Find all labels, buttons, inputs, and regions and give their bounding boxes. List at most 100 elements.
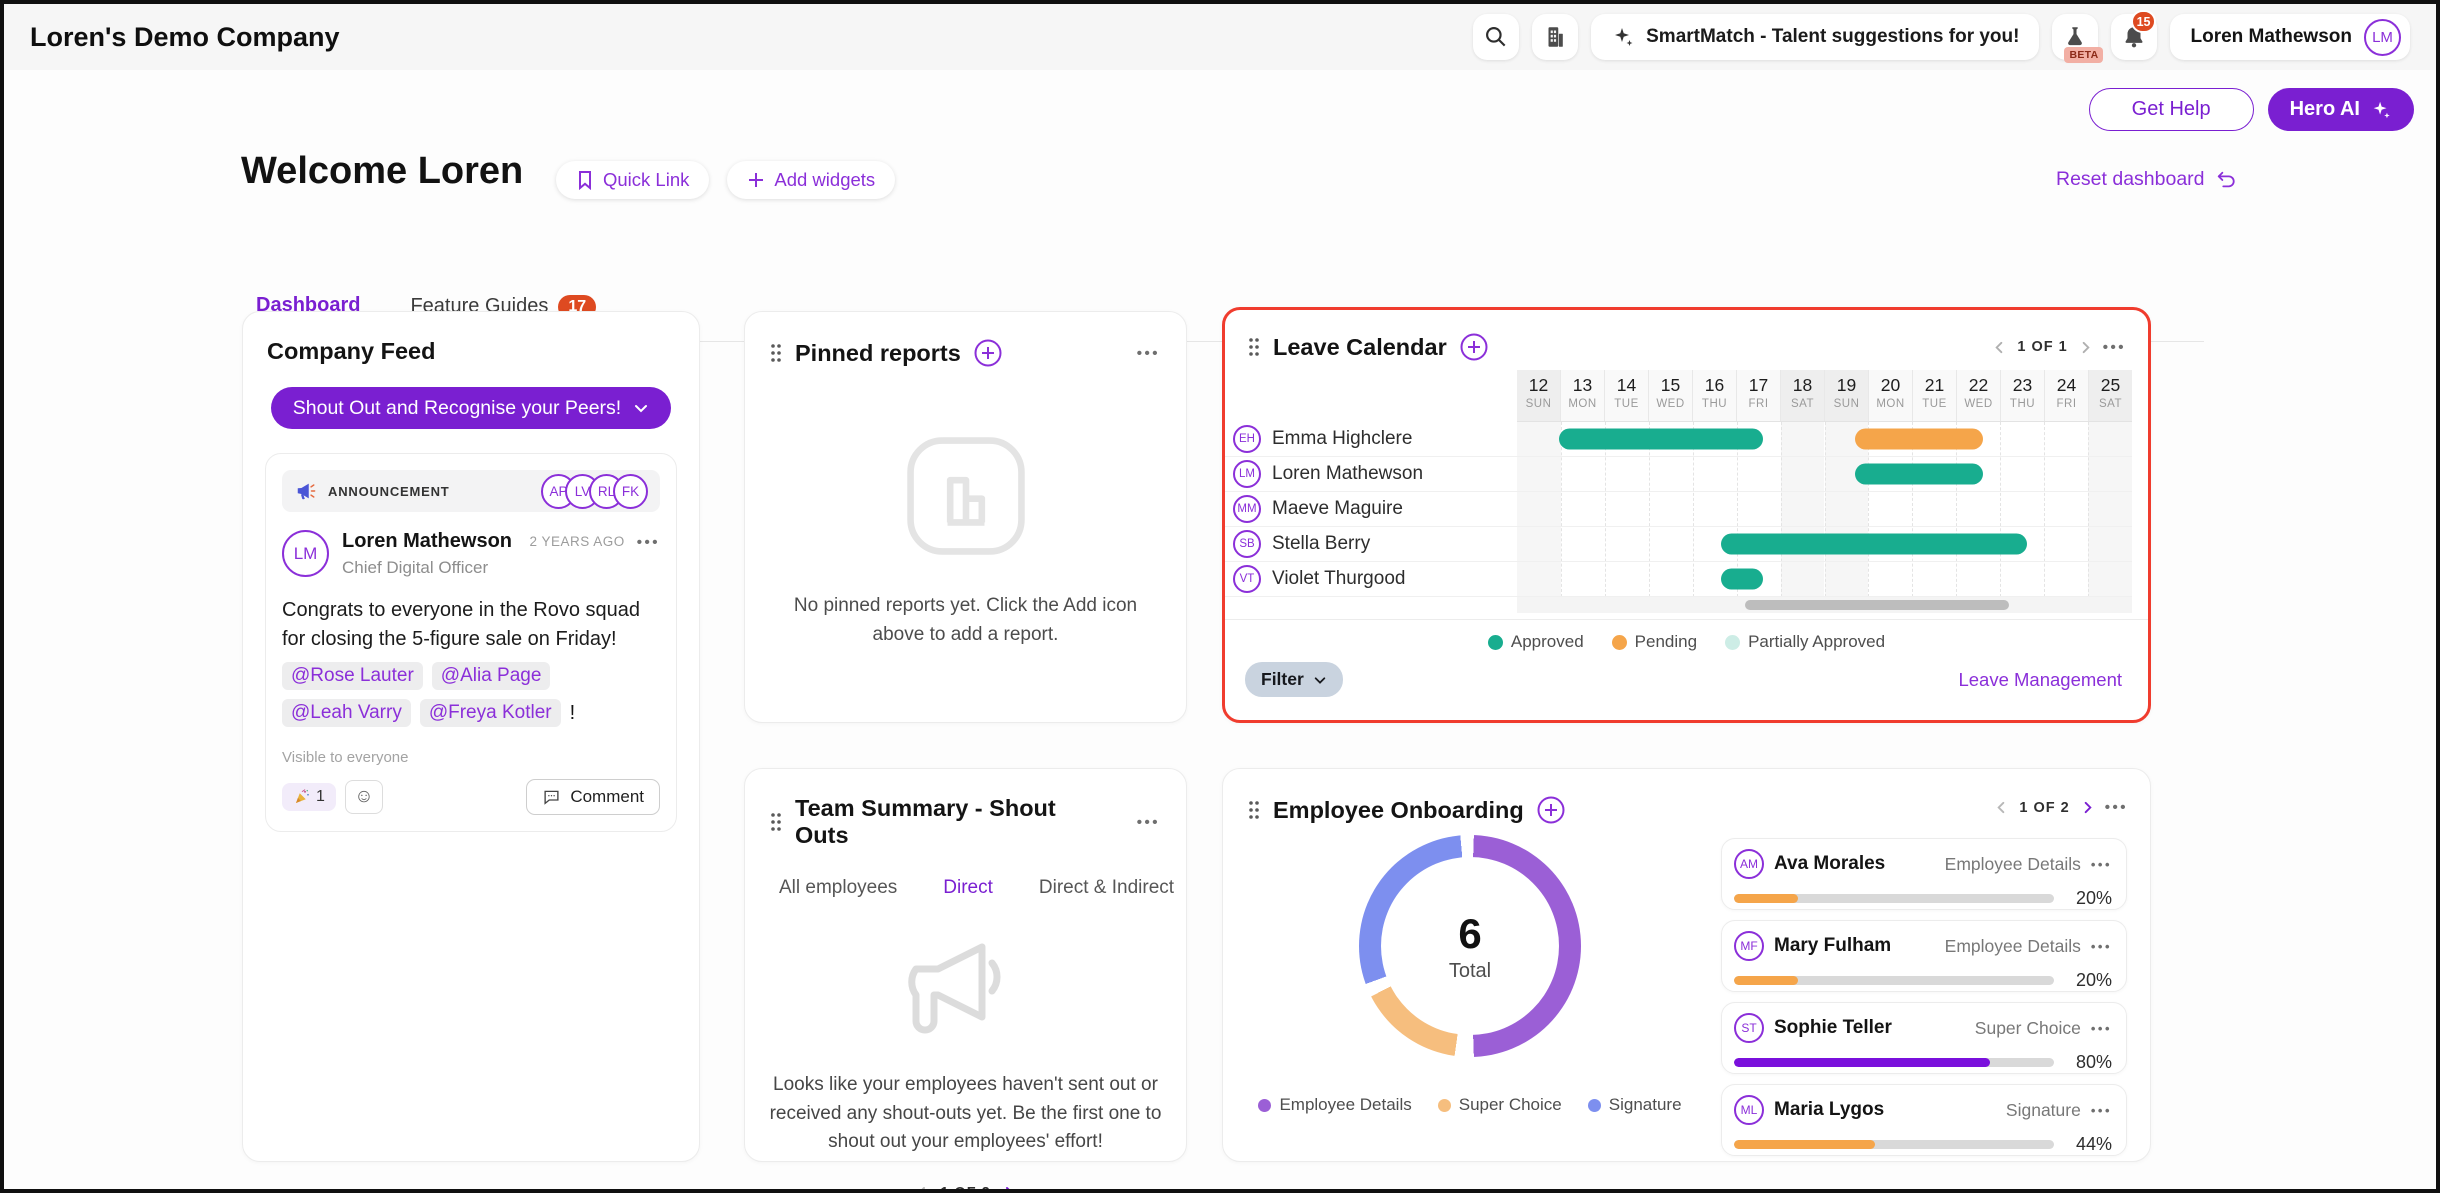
employee-cell: VTViolet Thurgood [1225, 562, 1517, 596]
person-menu-button[interactable]: ••• [2091, 857, 2112, 872]
progress-percent: 80% [2066, 1052, 2112, 1073]
card-menu-button[interactable]: ••• [1137, 814, 1160, 831]
person-menu-button[interactable]: ••• [2091, 1021, 2112, 1036]
reset-dashboard-label: Reset dashboard [2056, 168, 2205, 191]
person-menu-button[interactable]: ••• [2091, 939, 2112, 954]
hero-ai-button[interactable]: Hero AI [2268, 88, 2414, 131]
pager-label: 1 OF 2 [940, 1185, 990, 1193]
pager-prev-icon[interactable] [914, 1185, 930, 1193]
employee-name: Maeve Maguire [1272, 498, 1403, 520]
employee-name: Emma Highclere [1272, 428, 1412, 450]
person-menu-button[interactable]: ••• [2091, 1103, 2112, 1118]
shout-out-button[interactable]: Shout Out and Recognise your Peers! [271, 387, 671, 429]
add-reaction-button[interactable]: ☺ [345, 780, 383, 814]
onboarding-stage: Super Choice [1975, 1018, 2081, 1039]
employee-name: Loren Mathewson [1272, 463, 1423, 485]
user-avatar: LM [2364, 19, 2401, 56]
day-number: 25 [2089, 375, 2132, 396]
filter-button[interactable]: Filter [1245, 662, 1343, 697]
legend-dot [1612, 635, 1627, 650]
day-of-week: SAT [1781, 398, 1824, 410]
legend-label: Employee Details [1279, 1095, 1411, 1115]
leave-bar-approved[interactable] [1721, 569, 1763, 590]
party-popper-icon [293, 788, 311, 806]
mention-chip[interactable]: @Freya Kotler [420, 699, 561, 727]
mention-chip[interactable]: @Rose Lauter [282, 662, 423, 690]
get-help-button[interactable]: Get Help [2089, 88, 2254, 131]
employee-name: Stella Berry [1272, 533, 1370, 555]
card-menu-button[interactable]: ••• [2105, 799, 2128, 816]
donut-total: 6 [1458, 910, 1481, 958]
add-onboarding-icon[interactable] [1536, 795, 1566, 825]
legend-label: Partially Approved [1748, 632, 1885, 652]
employee-avatar: LM [1233, 460, 1261, 488]
reaction-count: 1 [316, 788, 325, 806]
leave-bar-approved[interactable] [1559, 429, 1763, 450]
pager-next-icon[interactable] [2080, 800, 2095, 815]
shout-out-label: Shout Out and Recognise your Peers! [293, 397, 621, 420]
reaction-pill[interactable]: 1 [282, 783, 336, 811]
calendar-day-header: 15WED [1648, 370, 1692, 421]
progress-track [1734, 1058, 2054, 1067]
person-avatar: ML [1734, 1095, 1764, 1125]
legend-label: Signature [1609, 1095, 1682, 1115]
drag-handle-icon[interactable] [1247, 799, 1261, 821]
beta-badge: BETA [2064, 47, 2103, 63]
day-of-week: FRI [1737, 398, 1780, 410]
day-number: 19 [1825, 375, 1868, 396]
leave-row: EHEmma Highclere [1225, 422, 2132, 457]
mention-chip[interactable]: @Alia Page [432, 662, 551, 690]
leave-row: VTViolet Thurgood [1225, 562, 2132, 597]
team-tab-direct-indirect[interactable]: Direct & Indirect [1039, 877, 1174, 903]
pager-next-icon[interactable] [1001, 1185, 1017, 1193]
add-report-icon[interactable] [973, 338, 1003, 368]
notifications-button[interactable]: 15 [2111, 14, 2157, 60]
search-button[interactable] [1473, 14, 1519, 60]
drag-handle-icon[interactable] [1247, 336, 1261, 358]
drag-handle-icon[interactable] [769, 342, 783, 364]
legend-item-super-choice: Super Choice [1438, 1095, 1562, 1115]
org-directory-button[interactable] [1532, 14, 1578, 60]
pager-prev-icon[interactable] [1994, 800, 2009, 815]
legend-label: Pending [1635, 632, 1697, 652]
card-menu-button[interactable]: ••• [1137, 345, 1160, 362]
leave-bar-approved[interactable] [1855, 464, 1982, 485]
team-tab-direct[interactable]: Direct [943, 877, 993, 903]
leave-management-link[interactable]: Leave Management [1958, 669, 2122, 691]
user-menu-button[interactable]: Loren Mathewson LM [2170, 14, 2410, 60]
add-widgets-button[interactable]: Add widgets [727, 161, 895, 199]
person-row-header: AMAva MoralesEmployee Details••• [1734, 849, 2112, 879]
drag-handle-icon[interactable] [769, 811, 783, 833]
pinned-reports-card: Pinned reports ••• No pinned reports yet… [744, 311, 1187, 723]
mention-chip[interactable]: @Leah Varry [282, 699, 411, 727]
post-menu-button[interactable]: ••• [637, 534, 660, 551]
comment-label: Comment [570, 787, 644, 807]
team-tab-all-employees[interactable]: All employees [779, 877, 897, 903]
legend-label: Super Choice [1459, 1095, 1562, 1115]
legend-dot [1258, 1099, 1271, 1112]
leave-bar-pending[interactable] [1855, 429, 1982, 450]
leave-lane [1517, 527, 2132, 561]
post-visibility: Visible to everyone [282, 749, 660, 766]
pager-prev-icon[interactable] [1992, 340, 2007, 355]
day-of-week: MON [1561, 398, 1604, 410]
employee-cell: LM Loren Mathewson [1225, 457, 1517, 491]
progress-track [1734, 1140, 2054, 1149]
labs-beta-button[interactable]: BETA [2052, 14, 2098, 60]
horizontal-scrollbar[interactable] [1745, 600, 2009, 610]
calendar-day-header: 22WED [1956, 370, 2000, 421]
calendar-day-header: 14TUE [1604, 370, 1648, 421]
comment-button[interactable]: Comment [526, 779, 660, 815]
quick-link-button[interactable]: Quick Link [556, 161, 709, 199]
onboarding-stage: Employee Details [1945, 936, 2081, 957]
reset-dashboard-link[interactable]: Reset dashboard [2056, 168, 2237, 191]
add-leave-icon[interactable] [1459, 332, 1489, 362]
leave-row: MMMaeve Maguire [1225, 492, 2132, 527]
pager-next-icon[interactable] [2078, 340, 2093, 355]
plus-icon [747, 171, 765, 189]
card-menu-button[interactable]: ••• [2103, 339, 2126, 356]
person-row-header: STSophie TellerSuper Choice••• [1734, 1013, 2112, 1043]
leave-bar-approved[interactable] [1721, 534, 2026, 555]
smartmatch-button[interactable]: SmartMatch - Talent suggestions for you! [1591, 14, 2039, 60]
day-of-week: SUN [1825, 398, 1868, 410]
